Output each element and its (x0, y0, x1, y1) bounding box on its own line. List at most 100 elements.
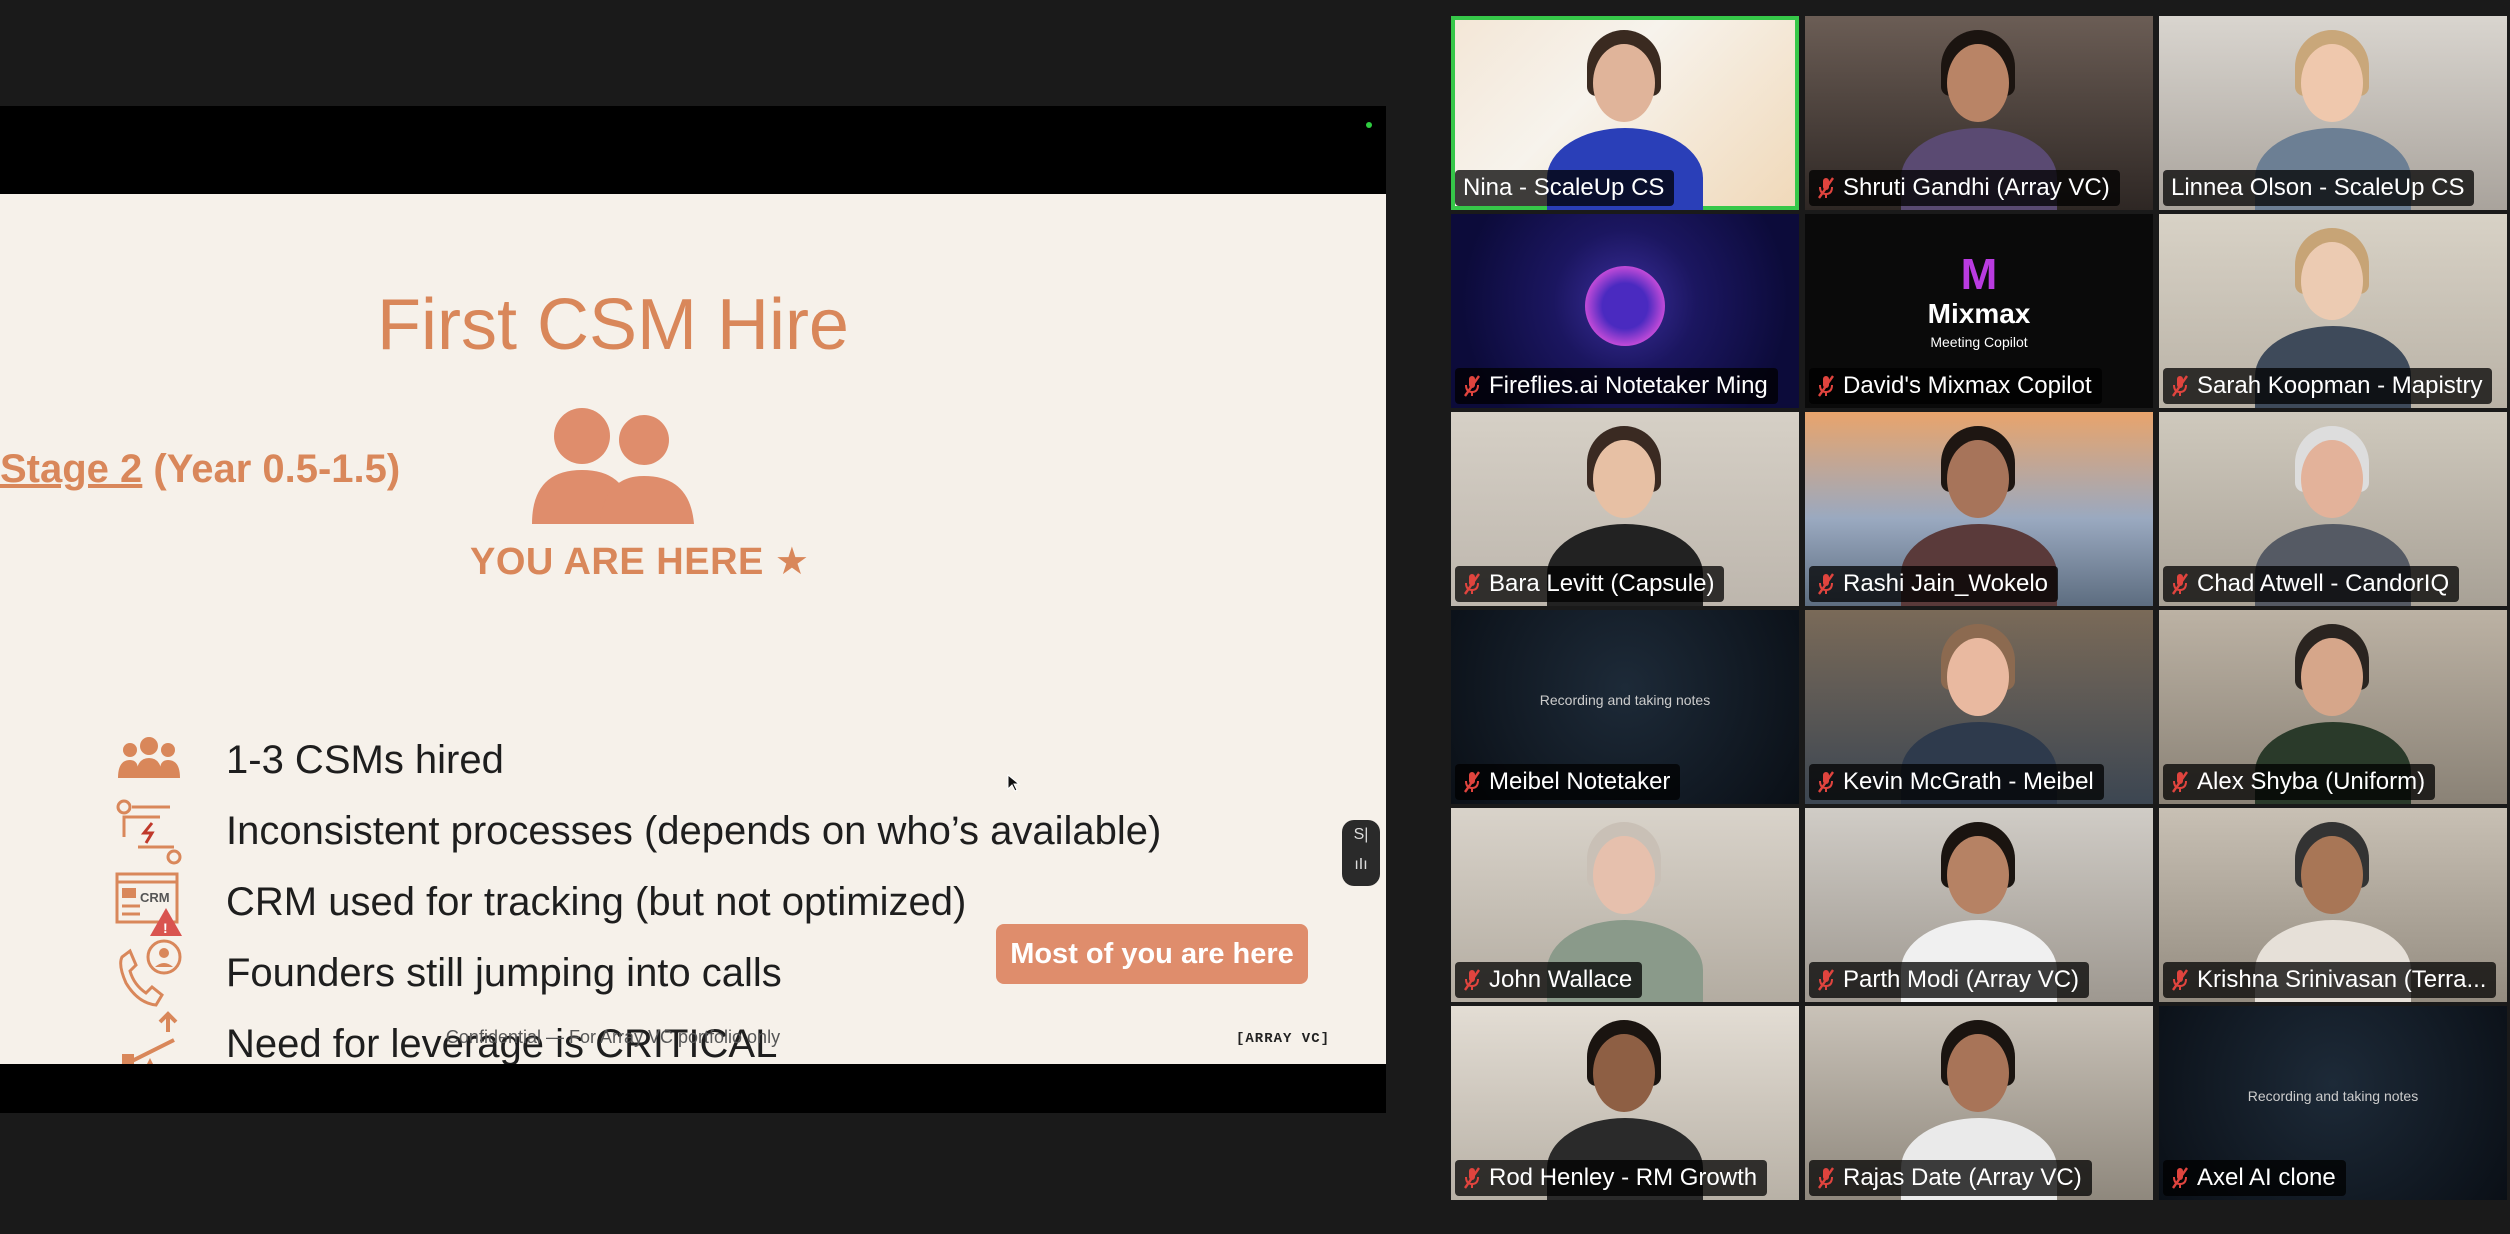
participant-name: Bara Levitt (Capsule) (1489, 570, 1715, 597)
participant-name-label: Rashi Jain_Wokelo (1809, 566, 2058, 602)
participant-tile[interactable]: Alex Shyba (Uniform) (2159, 610, 2507, 804)
participant-tile[interactable]: Recording and taking notes Axel AI clone (2159, 1006, 2507, 1200)
participant-tile[interactable]: Recording and taking notes Meibel Notetak… (1451, 610, 1799, 804)
mic-muted-icon (1464, 771, 1480, 793)
participant-name-label: David's Mixmax Copilot (1809, 368, 2102, 404)
participant-name: Nina - ScaleUp CS (1463, 174, 1665, 201)
mixmax-subtitle: Meeting Copilot (1930, 334, 2028, 350)
mic-muted-icon (1818, 573, 1834, 595)
mic-muted-icon (1464, 1167, 1480, 1189)
mic-muted-icon (2172, 771, 2188, 793)
phone-person-icon (119, 939, 182, 1007)
participant-name-label: Parth Modi (Array VC) (1809, 962, 2090, 998)
participant-name-label: Krishna Srinivasan (Terra... (2163, 962, 2497, 998)
mic-muted-icon (1818, 375, 1834, 397)
stage-years: (Year 0.5-1.5) (142, 447, 401, 491)
mic-muted-icon (2172, 969, 2188, 991)
participant-name-label: Meibel Notetaker (1455, 764, 1681, 800)
waveform-icon: ıIı (1354, 856, 1368, 873)
crm-warning-icon: CRM ! (115, 872, 182, 936)
participant-name-label: Nina - ScaleUp CS (1455, 170, 1675, 206)
fireflies-orb-icon (1585, 266, 1665, 346)
participant-name: Alex Shyba (Uniform) (2197, 768, 2426, 795)
bullet-text: Inconsistent processes (depends on who’s… (226, 809, 1162, 853)
mic-muted-icon (2172, 375, 2188, 397)
participant-tile[interactable]: Nina - ScaleUp CS (1451, 16, 1799, 210)
team-icon (118, 737, 180, 778)
participant-tile[interactable]: Rashi Jain_Wokelo (1805, 412, 2153, 606)
bullet-text: Founders still jumping into calls (226, 951, 782, 995)
mixmax-mark-icon: M (1960, 250, 1998, 299)
mic-muted-icon (1818, 1167, 1834, 1189)
participant-name: Axel AI clone (2197, 1164, 2336, 1191)
mouse-cursor-icon (1007, 774, 1021, 792)
slide-stage-label: Stage 2 (Year 0.5-1.5) (0, 447, 400, 492)
participant-name: Shruti Gandhi (Array VC) (1843, 174, 2110, 201)
participant-tile[interactable]: M Mixmax Meeting Copilot David's Mixmax Cop… (1805, 214, 2153, 408)
participant-grid: Nina - ScaleUp CS Shruti Gandhi (Array VC… (1451, 16, 2510, 1206)
participant-name: Chad Atwell - CandorIQ (2197, 570, 2450, 597)
participant-name: Meibel Notetaker (1489, 768, 1671, 795)
bullet-text: 1-3 CSMs hired (226, 738, 504, 782)
participant-name: Rajas Date (Array VC) (1843, 1164, 2082, 1191)
mic-muted-icon (1818, 771, 1834, 793)
participant-name-label: John Wallace (1455, 962, 1643, 998)
participant-name-label: Kevin McGrath - Meibel (1809, 764, 2104, 800)
participant-name-label: Rajas Date (Array VC) (1809, 1160, 2092, 1196)
floating-widget[interactable]: S| ıIı (1342, 820, 1380, 886)
participant-name-label: Alex Shyba (Uniform) (2163, 764, 2436, 800)
participant-tile[interactable]: Bara Levitt (Capsule) (1451, 412, 1799, 606)
participant-name-label: Bara Levitt (Capsule) (1455, 566, 1725, 602)
process-arrows-icon (116, 799, 182, 865)
mic-muted-icon (1464, 573, 1480, 595)
you-are-here-label: YOU ARE HERE ★ (470, 541, 810, 583)
participant-tile[interactable]: Rod Henley - RM Growth (1451, 1006, 1799, 1200)
tile-status-text: Recording and taking notes (1539, 692, 1711, 708)
participant-name: Rashi Jain_Wokelo (1843, 570, 2048, 597)
participant-name-label: Rod Henley - RM Growth (1455, 1160, 1768, 1196)
participant-name-label: Linnea Olson - ScaleUp CS (2163, 170, 2475, 206)
people-icon (532, 408, 694, 524)
most-of-you-badge: Most of you are here (996, 924, 1308, 984)
participant-tile[interactable]: Parth Modi (Array VC) (1805, 808, 2153, 1002)
participant-name-label: Sarah Koopman - Mapistry (2163, 368, 2493, 404)
participant-name-label: Axel AI clone (2163, 1160, 2346, 1196)
participant-tile[interactable]: Krishna Srinivasan (Terra... (2159, 808, 2507, 1002)
mic-muted-icon (2172, 1167, 2188, 1189)
participant-name: Parth Modi (Array VC) (1843, 966, 2080, 993)
participant-name-label: Shruti Gandhi (Array VC) (1809, 170, 2120, 206)
svg-text:CRM: CRM (140, 890, 170, 905)
shared-screen: First CSM Hire Stage 2 (Year 0.5-1.5) YO… (0, 106, 1386, 1113)
participant-name: Sarah Koopman - Mapistry (2197, 372, 2483, 399)
participant-tile[interactable]: John Wallace (1451, 808, 1799, 1002)
participant-tile[interactable]: Linnea Olson - ScaleUp CS (2159, 16, 2507, 210)
participant-tile[interactable]: Shruti Gandhi (Array VC) (1805, 16, 2153, 210)
widget-label: S| (1353, 826, 1369, 843)
participant-name: David's Mixmax Copilot (1843, 372, 2092, 399)
bullet-item: 1-3 CSMs hired (114, 726, 1214, 798)
mixmax-logo: M Mixmax Meeting Copilot (1805, 250, 2153, 351)
bullet-text: CRM used for tracking (but not optimized… (226, 880, 967, 924)
participant-tile[interactable]: Sarah Koopman - Mapistry (2159, 214, 2507, 408)
participant-tile[interactable]: Kevin McGrath - Meibel (1805, 610, 2153, 804)
slide-title: First CSM Hire (377, 285, 849, 365)
participant-name: Fireflies.ai Notetaker Ming (1489, 372, 1768, 399)
participant-tile[interactable]: Rajas Date (Array VC) (1805, 1006, 2153, 1200)
participant-tile[interactable]: Fireflies.ai Notetaker Ming (1451, 214, 1799, 408)
participant-name: John Wallace (1489, 966, 1633, 993)
presentation-slide: First CSM Hire Stage 2 (Year 0.5-1.5) YO… (0, 194, 1386, 1064)
mic-muted-icon (1818, 969, 1834, 991)
participant-tile[interactable]: Chad Atwell - CandorIQ (2159, 412, 2507, 606)
participant-name: Linnea Olson - ScaleUp CS (2171, 174, 2465, 201)
mic-muted-icon (1464, 969, 1480, 991)
participant-name: Kevin McGrath - Meibel (1843, 768, 2094, 795)
participant-name: Krishna Srinivasan (Terra... (2197, 966, 2487, 993)
tile-status-text: Recording and taking notes (2247, 1088, 2419, 1104)
live-indicator-dot (1366, 122, 1372, 128)
confidential-footer: Confidential — For Array VC portfolio on… (445, 1027, 781, 1047)
mic-muted-icon (1464, 375, 1480, 397)
participant-name: Rod Henley - RM Growth (1489, 1164, 1758, 1191)
svg-text:!: ! (163, 920, 168, 936)
participant-name-label: Fireflies.ai Notetaker Ming (1455, 368, 1778, 404)
stage-underlined: Stage 2 (0, 447, 143, 491)
